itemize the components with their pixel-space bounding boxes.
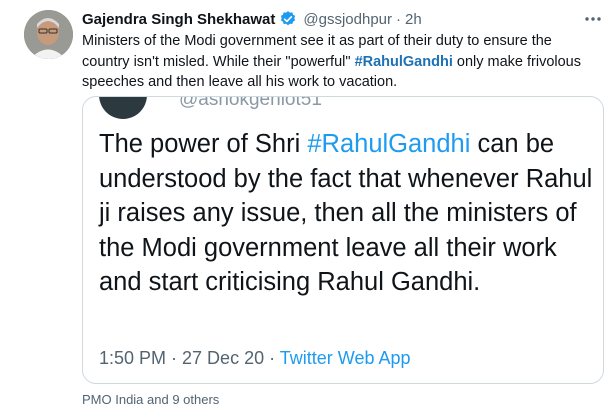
quoted-tweet-time[interactable]: 1:50 PM · 27 Dec 20 xyxy=(99,348,264,368)
author-avatar[interactable] xyxy=(24,10,73,59)
tweet-header: Gajendra Singh Shekhawat @gssjodhpur · 2… xyxy=(82,8,604,30)
verified-badge-icon xyxy=(279,10,297,28)
quoted-tweet-meta: 1:50 PM · 27 Dec 20 · Twitter Web App xyxy=(99,348,411,369)
header-separator: · xyxy=(396,10,401,28)
quoted-tweet-text: The power of Shri #RahulGandhi can be un… xyxy=(99,127,599,300)
more-options-icon[interactable] xyxy=(582,10,604,28)
quoted-tweet-source-link[interactable]: Twitter Web App xyxy=(280,348,411,368)
quoted-hashtag-link[interactable]: #RahulGandhi xyxy=(307,130,470,158)
author-name[interactable]: Gajendra Singh Shekhawat xyxy=(82,11,275,28)
quoted-author-avatar[interactable] xyxy=(99,97,147,119)
tweet-hashtag-link[interactable]: #RahulGandhi xyxy=(355,54,453,70)
quoted-text-part1: The power of Shri xyxy=(99,130,308,158)
avatar-photo xyxy=(24,10,73,59)
tweet-text: Ministers of the Modi government see it … xyxy=(82,31,602,93)
quoted-author-handle[interactable]: @ashokgehlot51 xyxy=(179,97,322,111)
author-handle[interactable]: @gssjodhpur xyxy=(303,11,392,28)
quoted-tweet-card[interactable]: @ashokgehlot51 The power of Shri #RahulG… xyxy=(82,96,604,384)
quoted-meta-separator: · xyxy=(264,348,280,368)
tweet-timestamp[interactable]: 2h xyxy=(405,11,422,28)
liked-by-text[interactable]: PMO India and 9 others xyxy=(82,392,219,407)
